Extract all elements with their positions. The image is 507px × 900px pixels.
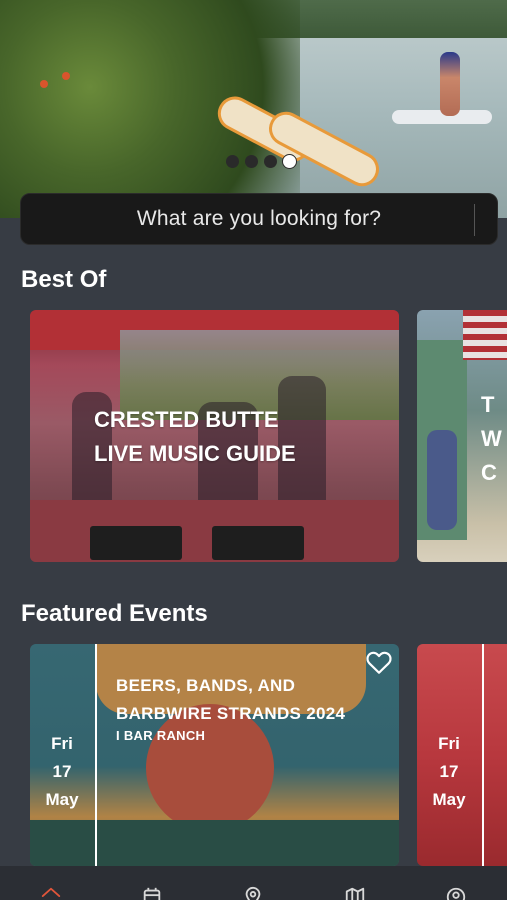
event-day-number: 17	[439, 762, 459, 781]
card-person	[427, 430, 457, 530]
nav-location[interactable]	[238, 886, 268, 900]
best-of-card-title: T W C	[481, 388, 502, 490]
calendar-icon	[143, 887, 161, 900]
carousel-dot[interactable]	[226, 155, 239, 168]
best-of-card-title-line: CRESTED BUTTE	[94, 407, 279, 432]
event-card[interactable]: Fri 17 May	[417, 644, 507, 866]
best-of-card-title: CRESTED BUTTE LIVE MUSIC GUIDE	[94, 403, 394, 471]
best-of-card[interactable]: CRESTED BUTTE LIVE MUSIC GUIDE	[30, 310, 399, 562]
card-speaker	[90, 526, 182, 560]
event-divider	[95, 644, 97, 866]
event-title: BEERS, BANDS, AND BARBWIRE STRANDS 2024	[116, 672, 396, 728]
event-venue: I BAR RANCH	[116, 728, 206, 743]
home-icon	[41, 887, 60, 897]
location-pin-icon	[246, 886, 261, 900]
carousel-dot-active[interactable]	[283, 155, 296, 168]
best-of-card[interactable]: T W C	[417, 310, 507, 562]
event-divider	[482, 644, 484, 866]
event-title-line: BARBWIRE STRANDS 2024	[116, 704, 346, 723]
best-of-card-title-line: C	[481, 460, 497, 485]
nav-profile[interactable]	[441, 886, 471, 900]
event-month: May	[45, 790, 79, 809]
nav-map[interactable]	[340, 886, 370, 900]
map-icon	[345, 887, 365, 900]
nav-home[interactable]	[36, 886, 66, 900]
profile-icon	[447, 887, 466, 900]
event-month: May	[432, 790, 466, 809]
nav-calendar[interactable]	[137, 886, 167, 900]
card-speaker	[212, 526, 304, 560]
search-bar[interactable]: What are you looking for?	[20, 193, 498, 245]
carousel-dot[interactable]	[264, 155, 277, 168]
best-of-card-title-line: LIVE MUSIC GUIDE	[94, 441, 296, 466]
event-day: Fri	[438, 734, 460, 753]
event-day-number: 17	[52, 762, 72, 781]
search-separator	[474, 204, 475, 236]
event-card[interactable]: Fri 17 May BEERS, BANDS, AND BARBWIRE ST…	[30, 644, 399, 866]
event-day: Fri	[51, 734, 73, 753]
heart-icon[interactable]	[366, 651, 392, 675]
best-of-card-title-line: W	[481, 426, 502, 451]
featured-events-heading: Featured Events	[21, 600, 208, 627]
hero-carousel[interactable]	[0, 0, 507, 218]
carousel-dot[interactable]	[245, 155, 258, 168]
event-date: Fri 17 May	[32, 730, 92, 814]
best-of-card-title-line: T	[481, 392, 495, 417]
hero-paddleboarder	[440, 52, 460, 116]
best-of-heading: Best Of	[21, 266, 107, 293]
hero-flower	[40, 80, 48, 88]
card-flag	[463, 310, 507, 360]
event-title-line: BEERS, BANDS, AND	[116, 676, 296, 695]
event-date: Fri 17 May	[419, 730, 479, 814]
search-placeholder: What are you looking for?	[136, 207, 382, 230]
carousel-dots[interactable]	[226, 155, 296, 168]
hero-flower	[62, 72, 70, 80]
bottom-nav	[0, 866, 507, 900]
